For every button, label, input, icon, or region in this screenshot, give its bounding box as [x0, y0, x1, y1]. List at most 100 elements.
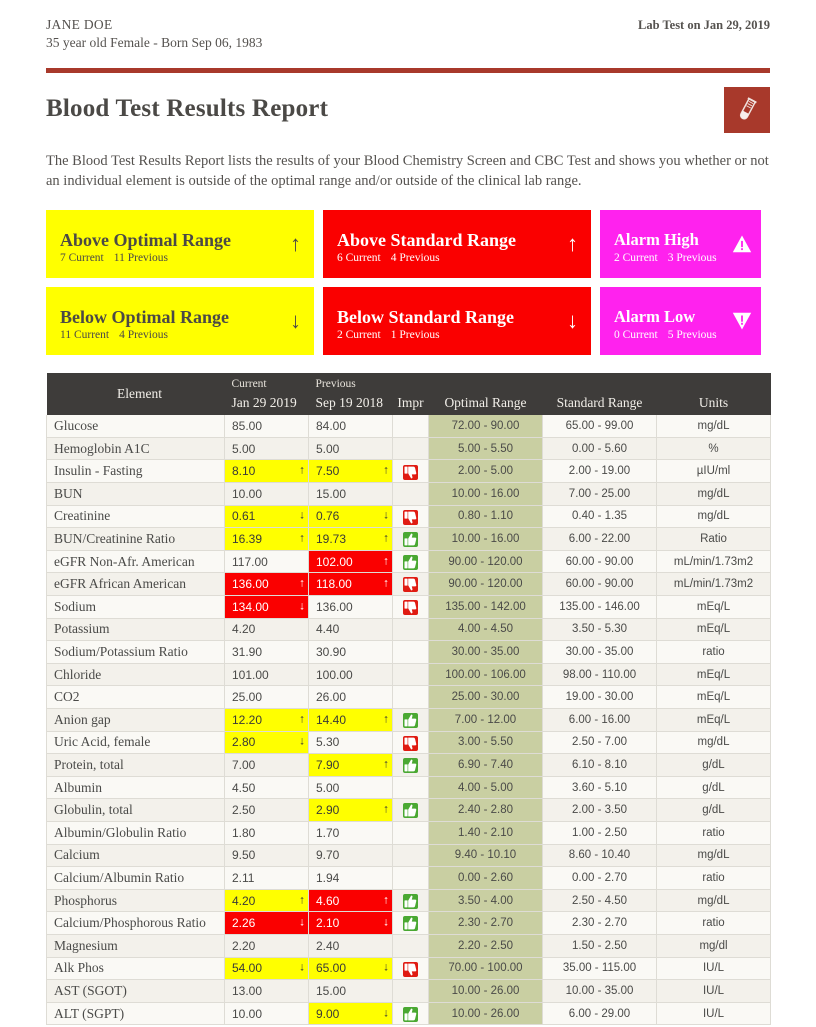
cell-previous-value: 14.40 ↑ [308, 708, 393, 732]
table-row[interactable]: Globulin, total 2.50 2.90 ↑ 2.40 - 2.80 2.00 … [46, 798, 771, 822]
summary-below-optimal-range[interactable]: Below Optimal Range 11 Current 4 Previous… [46, 286, 314, 355]
column-header-previous[interactable]: Previous Sep 19 2018 [308, 372, 393, 415]
table-row[interactable]: Alk Phos 54.00 ↓ 65.00 ↓ 70.00 - 100.00 35.00 … [46, 957, 771, 981]
cell-units: mg/dL [656, 889, 771, 913]
column-header-optimal-range[interactable]: Optimal Range [428, 372, 543, 415]
cell-standard: 1.50 - 2.50 [542, 934, 657, 958]
cell-element: Sodium/Potassium Ratio [46, 640, 225, 664]
table-row[interactable]: Uric Acid, female 2.80 ↓ 5.30 3.00 - 5.50 2.5… [46, 731, 771, 755]
cell-improvement [392, 821, 429, 845]
table-row[interactable]: CO2 25.00 26.00 25.00 - 30.00 19.00 - 30.00 m… [46, 685, 771, 709]
cell-improvement [392, 685, 429, 709]
summary-above-standard-range[interactable]: Above Standard Range 6 Current 4 Previous… [323, 209, 591, 278]
column-header-current-date: Jan 29 2019 [231, 394, 297, 410]
table-row[interactable]: Magnesium 2.20 2.40 2.20 - 2.50 1.50 - 2.50 m… [46, 934, 771, 958]
column-header-units[interactable]: Units [656, 372, 771, 415]
table-row[interactable]: Calcium/Phosphorous Ratio 2.26 ↓ 2.10 ↓ 2.30 … [46, 911, 771, 935]
column-header-element[interactable]: Element [46, 372, 225, 415]
column-header-standard-range[interactable]: Standard Range [542, 372, 657, 415]
summary-below-standard-range[interactable]: Below Standard Range 2 Current 1 Previous… [323, 286, 591, 355]
table-row[interactable]: Sodium/Potassium Ratio 31.90 30.90 30.00 - … [46, 640, 771, 664]
summary-counts: 11 Current 4 Previous [60, 329, 302, 342]
thumbs-up-icon [403, 916, 418, 932]
cell-improvement [392, 437, 429, 461]
cell-standard: 2.50 - 4.50 [542, 889, 657, 913]
cell-units: mg/dL [656, 844, 771, 868]
summary-current-count: 6 Current [337, 252, 381, 265]
table-row[interactable]: eGFR Non-Afr. American 117.00 102.00 ↑ 90.00… [46, 550, 771, 574]
table-row[interactable]: ALT (SGPT) 10.00 9.00 ↓ 10.00 - 26.00 6.00 - … [46, 1002, 771, 1026]
cell-standard: 2.30 - 2.70 [542, 911, 657, 935]
arrow-up-icon: ↑ [383, 758, 389, 771]
cell-standard: 0.00 - 5.60 [542, 437, 657, 461]
cell-optimal: 9.40 - 10.10 [428, 844, 543, 868]
cell-optimal: 4.00 - 5.00 [428, 776, 543, 800]
value-text: 85.00 [232, 418, 263, 433]
table-row[interactable]: Phosphorus 4.20 ↑ 4.60 ↑ 3.50 - 4.00 2.50 - 4.… [46, 889, 771, 913]
table-row[interactable]: Protein, total 7.00 7.90 ↑ 6.90 - 7.40 6.10 -… [46, 753, 771, 777]
cell-current-value: 1.80 [224, 821, 309, 845]
thumbs-up-icon [403, 893, 418, 909]
cell-previous-value: 1.94 [308, 866, 393, 890]
value-text: 5.30 [316, 735, 340, 750]
table-row[interactable]: BUN 10.00 15.00 10.00 - 16.00 7.00 - 25.00 mg… [46, 482, 771, 506]
arrow-down-icon: ↓ [299, 600, 305, 613]
cell-standard: 135.00 - 146.00 [542, 595, 657, 619]
table-row[interactable]: AST (SGOT) 13.00 15.00 10.00 - 26.00 10.00 -… [46, 979, 771, 1003]
summary-current-count: 2 Current [337, 329, 381, 342]
column-header-previous-date: Sep 19 2018 [315, 394, 384, 410]
thumbs-up-icon [403, 803, 418, 819]
cell-units: ratio [656, 640, 771, 664]
cell-optimal: 70.00 - 100.00 [428, 957, 543, 981]
cell-element: eGFR Non-Afr. American [46, 550, 225, 574]
value-text: 4.20 [232, 893, 256, 908]
table-row[interactable]: Albumin/Globulin Ratio 1.80 1.70 1.40 - 2.1… [46, 821, 771, 845]
arrow-up-icon: ↑ [383, 713, 389, 726]
column-header-current[interactable]: Current Jan 29 2019 [224, 372, 309, 415]
report-intro: The Blood Test Results Report lists the … [46, 152, 769, 190]
cell-units: IU/L [656, 1002, 771, 1026]
cell-previous-value: 102.00 ↑ [308, 550, 393, 574]
summary-alarm-low[interactable]: Alarm Low 0 Current 5 Previous [600, 286, 761, 355]
summary-above-optimal-range[interactable]: Above Optimal Range 7 Current 11 Previous… [46, 209, 314, 278]
thumbs-down-icon [403, 600, 418, 616]
table-row[interactable]: BUN/Creatinine Ratio 16.39 ↑ 19.73 ↑ 10.00 - … [46, 527, 771, 551]
header-divider [46, 67, 770, 73]
table-row[interactable]: Hemoglobin A1C 5.00 5.00 5.00 - 5.50 0.00 - … [46, 437, 771, 461]
cell-improvement [392, 844, 429, 868]
arrow-up-icon: ↑ [299, 464, 305, 477]
table-row[interactable]: eGFR African American 136.00 ↑ 118.00 ↑ 90.00… [46, 572, 771, 597]
cell-element: Creatinine [46, 505, 225, 529]
table-row[interactable]: Calcium/Albumin Ratio 2.11 1.94 0.00 - 2.60… [46, 866, 771, 890]
value-text: 2.10 [316, 916, 340, 931]
cell-element: BUN/Creatinine Ratio [46, 527, 225, 551]
cell-element: Albumin/Globulin Ratio [46, 821, 225, 845]
table-row[interactable]: Glucose 85.00 84.00 72.00 - 90.00 65.00 - 99… [46, 414, 771, 438]
cell-previous-value: 19.73 ↑ [308, 527, 393, 551]
column-header-current-label: Current [231, 377, 267, 390]
summary-counts: 2 Current 1 Previous [337, 329, 579, 342]
table-row[interactable]: Creatinine 0.61 ↓ 0.76 ↓ 0.80 - 1.10 0.40 - 1.… [46, 505, 771, 529]
table-row[interactable]: Potassium 4.20 4.40 4.00 - 4.50 3.50 - 5.30 m… [46, 618, 771, 642]
cell-optimal: 7.00 - 12.00 [428, 708, 543, 732]
summary-alarm-high[interactable]: Alarm High 2 Current 3 Previous [600, 209, 761, 278]
cell-element: Globulin, total [46, 798, 225, 822]
title-row: Blood Test Results Report [46, 86, 770, 133]
cell-element: CO2 [46, 685, 225, 709]
cell-standard: 65.00 - 99.00 [542, 414, 657, 438]
table-row[interactable]: Insulin - Fasting 8.10 ↑ 7.50 ↑ 2.00 - 5.00 2.… [46, 459, 771, 484]
cell-optimal: 100.00 - 106.00 [428, 663, 543, 687]
cell-previous-value: 7.50 ↑ [308, 459, 393, 484]
cell-improvement [392, 595, 429, 619]
table-row[interactable]: Sodium 134.00 ↓ 136.00 135.00 - 142.00 135.00… [46, 595, 771, 619]
table-row[interactable]: Chloride 101.00 100.00 100.00 - 106.00 98.00… [46, 663, 771, 687]
column-header-impr[interactable]: Impr [392, 372, 429, 415]
value-text: 2.26 [232, 916, 256, 931]
cell-standard: 60.00 - 90.00 [542, 550, 657, 574]
arrow-down-icon: ↓ [567, 307, 578, 333]
table-row[interactable]: Anion gap 12.20 ↑ 14.40 ↑ 7.00 - 12.00 6.00 - … [46, 708, 771, 732]
cell-element: AST (SGOT) [46, 979, 225, 1003]
cell-optimal: 10.00 - 16.00 [428, 482, 543, 506]
table-row[interactable]: Albumin 4.50 5.00 4.00 - 5.00 3.60 - 5.10 g/d… [46, 776, 771, 800]
table-row[interactable]: Calcium 9.50 9.70 9.40 - 10.10 8.60 - 10.40 m… [46, 844, 771, 868]
